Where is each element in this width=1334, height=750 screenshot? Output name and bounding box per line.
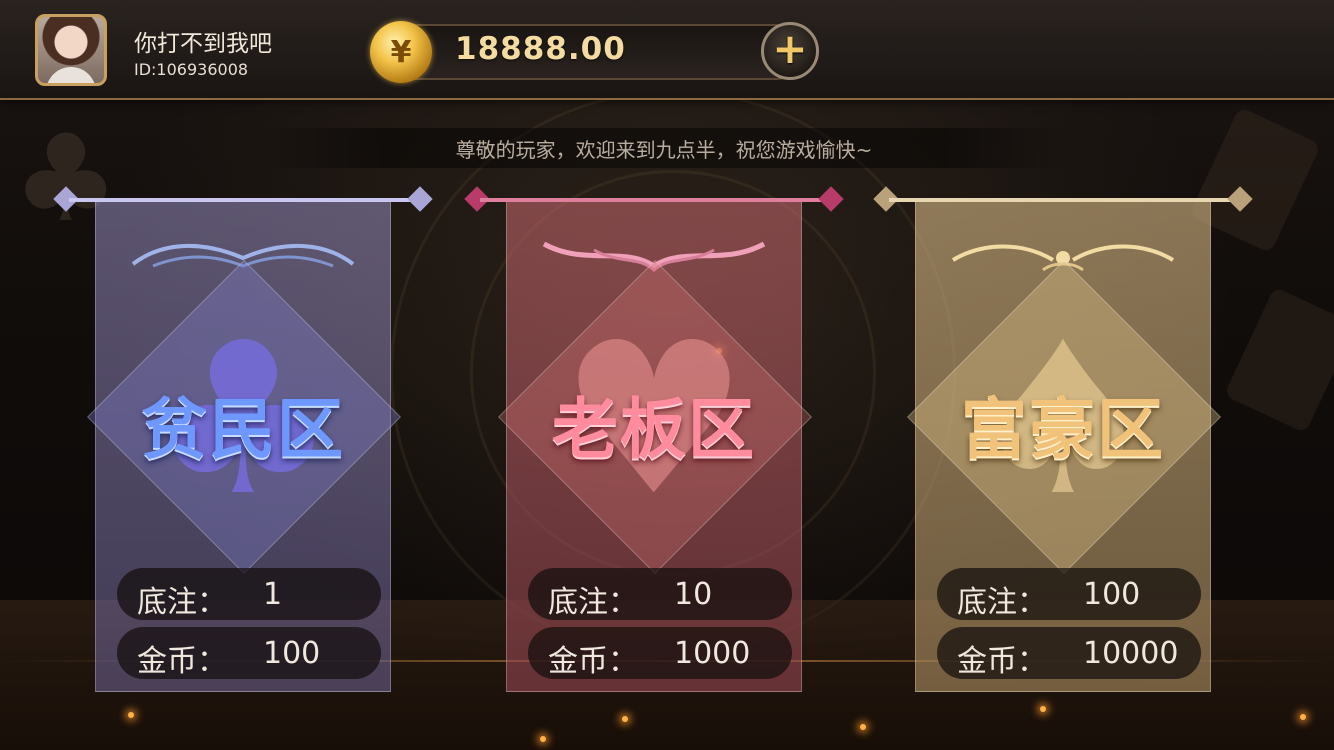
card-hanger bbox=[51, 186, 435, 212]
top-bar: 你打不到我吧 ID:106936008 ¥ 18888.00 + bbox=[0, 0, 1334, 100]
add-coin-button[interactable]: + bbox=[761, 22, 819, 80]
avatar[interactable] bbox=[35, 14, 107, 86]
hanger-gem-icon bbox=[1227, 186, 1253, 212]
ante-pill: 底注： 1 bbox=[117, 568, 381, 620]
notice-text: 尊敬的玩家，欢迎来到九点半，祝您游戏愉快~ bbox=[455, 137, 873, 162]
coin-balance: 18888.00 bbox=[455, 31, 626, 67]
player-name: 你打不到我吧 bbox=[134, 31, 272, 57]
coin-requirement-pill: 金币： 1000 bbox=[528, 627, 792, 679]
card-hanger bbox=[462, 186, 846, 212]
coin-requirement-label: 金币： bbox=[137, 644, 227, 679]
ante-value: 100 bbox=[1083, 577, 1141, 612]
hanger-bar bbox=[480, 198, 828, 202]
card-hanger bbox=[871, 186, 1255, 212]
background-card bbox=[1223, 286, 1334, 434]
ante-value: 10 bbox=[674, 577, 713, 612]
game-lobby: ♣ 你打不到我吧 ID:106936008 ¥ 18888.00 + 尊敬的玩家… bbox=[0, 0, 1334, 750]
plus-icon: + bbox=[772, 24, 808, 73]
ante-label: 底注： bbox=[137, 585, 227, 620]
hanger-gem-icon bbox=[818, 186, 844, 212]
player-id: ID:106936008 bbox=[134, 60, 249, 79]
ante-value: 1 bbox=[263, 577, 283, 612]
room-name: 老板区 bbox=[552, 391, 756, 468]
coin-requirement-value: 100 bbox=[263, 636, 321, 671]
ante-label: 底注： bbox=[548, 585, 638, 620]
room-name: 富豪区 bbox=[961, 391, 1165, 468]
room-card-boss[interactable]: ♥ 老板区 底注： 10 金币： 1000 bbox=[464, 186, 844, 692]
coin-requirement-value: 10000 bbox=[1083, 636, 1179, 671]
ante-pill: 底注： 10 bbox=[528, 568, 792, 620]
avatar-figure bbox=[46, 67, 96, 83]
hanger-gem-icon bbox=[407, 186, 433, 212]
coin-requirement-label: 金币： bbox=[548, 644, 638, 679]
coin-requirement-label: 金币： bbox=[957, 644, 1047, 679]
coin-requirement-value: 1000 bbox=[674, 636, 751, 671]
spark bbox=[860, 724, 866, 730]
coin-requirement-pill: 金币： 100 bbox=[117, 627, 381, 679]
notice-bar: 尊敬的玩家，欢迎来到九点半，祝您游戏愉快~ bbox=[260, 128, 1068, 168]
hanger-bar bbox=[69, 198, 417, 202]
ante-label: 底注： bbox=[957, 585, 1047, 620]
room-name: 贫民区 bbox=[141, 391, 345, 468]
room-card-rich[interactable]: ♠ 富豪区 底注： 100 金币： 10000 bbox=[873, 186, 1253, 692]
spark bbox=[128, 712, 134, 718]
room-card-poor[interactable]: ♣ 贫民区 底注： 1 金币： 100 bbox=[53, 186, 433, 692]
spark bbox=[1300, 714, 1306, 720]
coin-icon: ¥ bbox=[370, 21, 432, 83]
spark bbox=[622, 716, 628, 722]
hanger-bar bbox=[889, 198, 1237, 202]
ante-pill: 底注： 100 bbox=[937, 568, 1201, 620]
spark bbox=[1040, 706, 1046, 712]
coin-requirement-pill: 金币： 10000 bbox=[937, 627, 1201, 679]
spark bbox=[540, 736, 546, 742]
